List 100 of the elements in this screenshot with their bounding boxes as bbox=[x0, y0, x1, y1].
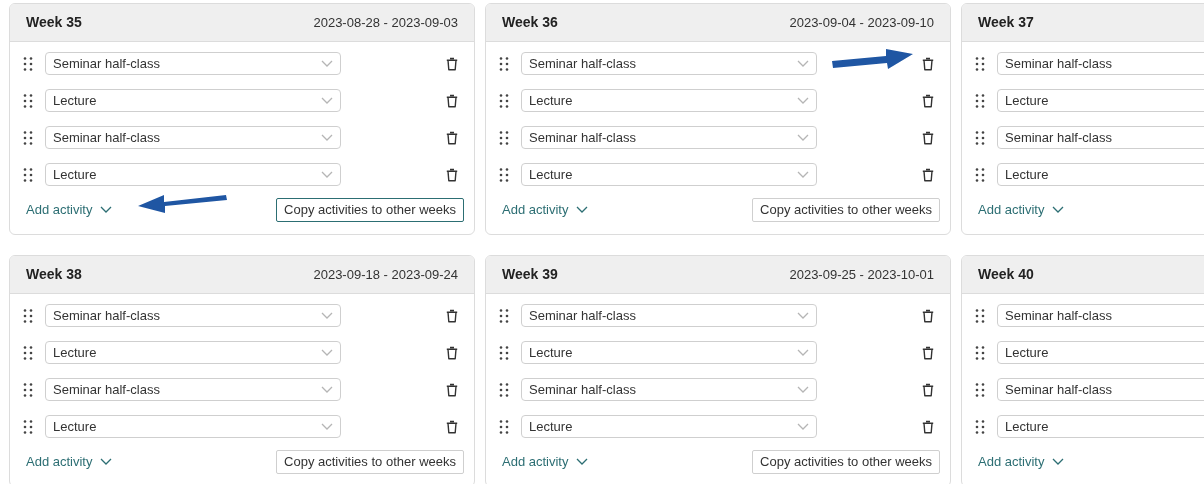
date-range: 2023-09-18 - 2023-09-24 bbox=[313, 265, 458, 284]
activity-select[interactable]: Seminar half-class bbox=[997, 126, 1204, 149]
activity-select[interactable]: Lecture bbox=[997, 89, 1204, 112]
week-title: Week 36 bbox=[502, 13, 558, 32]
drag-handle-icon[interactable] bbox=[975, 308, 985, 323]
delete-icon[interactable] bbox=[446, 419, 458, 434]
activity-select[interactable]: Lecture bbox=[45, 163, 341, 186]
drag-handle-icon[interactable] bbox=[23, 167, 33, 182]
delete-icon[interactable] bbox=[922, 345, 934, 360]
drag-handle-icon[interactable] bbox=[975, 93, 985, 108]
delete-icon[interactable] bbox=[922, 419, 934, 434]
date-range: 2023-09-04 - 2023-09-10 bbox=[789, 13, 934, 32]
drag-handle-icon[interactable] bbox=[975, 382, 985, 397]
dropdown-chevron-icon bbox=[797, 133, 809, 142]
drag-handle-icon[interactable] bbox=[23, 56, 33, 71]
dropdown-chevron-icon bbox=[321, 348, 333, 357]
activity-select[interactable]: Lecture bbox=[45, 89, 341, 112]
dropdown-chevron-icon bbox=[797, 385, 809, 394]
activity-select[interactable]: Lecture bbox=[521, 163, 817, 186]
delete-icon[interactable] bbox=[922, 56, 934, 71]
delete-icon[interactable] bbox=[446, 167, 458, 182]
activity-select[interactable]: Seminar half-class bbox=[45, 304, 341, 327]
delete-icon[interactable] bbox=[446, 93, 458, 108]
delete-icon[interactable] bbox=[446, 382, 458, 397]
drag-handle-icon[interactable] bbox=[23, 308, 33, 323]
week-title: Week 39 bbox=[502, 265, 558, 284]
drag-handle-icon[interactable] bbox=[499, 345, 509, 360]
add-activity-button[interactable]: Add activity bbox=[26, 200, 113, 220]
activity-select[interactable]: Seminar half-class bbox=[521, 304, 817, 327]
drag-handle-icon[interactable] bbox=[499, 419, 509, 434]
chevron-down-icon bbox=[100, 206, 113, 214]
drag-handle-icon[interactable] bbox=[23, 419, 33, 434]
delete-icon[interactable] bbox=[446, 56, 458, 71]
week-title: Week 38 bbox=[26, 265, 82, 284]
activity-select[interactable]: Lecture bbox=[521, 89, 817, 112]
delete-icon[interactable] bbox=[446, 345, 458, 360]
drag-handle-icon[interactable] bbox=[23, 130, 33, 145]
chevron-down-icon bbox=[576, 206, 589, 214]
drag-handle-icon[interactable] bbox=[499, 382, 509, 397]
activity-select[interactable]: Lecture bbox=[997, 341, 1204, 364]
dropdown-chevron-icon bbox=[797, 311, 809, 320]
activity-select[interactable]: Seminar half-class bbox=[45, 126, 341, 149]
add-activity-button[interactable]: Add activity bbox=[978, 200, 1065, 220]
activity-select[interactable]: Seminar half-class bbox=[45, 52, 341, 75]
drag-handle-icon[interactable] bbox=[23, 382, 33, 397]
dropdown-chevron-icon bbox=[321, 422, 333, 431]
drag-handle-icon[interactable] bbox=[975, 56, 985, 71]
chevron-down-icon bbox=[1052, 206, 1065, 214]
activity-select[interactable]: Seminar half-class bbox=[45, 378, 341, 401]
dropdown-chevron-icon bbox=[321, 96, 333, 105]
activity-select[interactable]: Seminar half-class bbox=[521, 378, 817, 401]
chevron-down-icon bbox=[576, 458, 589, 466]
delete-icon[interactable] bbox=[922, 308, 934, 323]
activity-select[interactable]: Seminar half-class bbox=[997, 304, 1204, 327]
dropdown-chevron-icon bbox=[797, 170, 809, 179]
activity-select[interactable]: Seminar half-class bbox=[521, 52, 817, 75]
add-activity-button[interactable]: Add activity bbox=[502, 452, 589, 472]
week-title: Week 37 bbox=[978, 13, 1034, 32]
activity-select[interactable]: Lecture bbox=[521, 415, 817, 438]
dropdown-chevron-icon bbox=[321, 311, 333, 320]
drag-handle-icon[interactable] bbox=[499, 167, 509, 182]
activity-select[interactable]: Lecture bbox=[997, 415, 1204, 438]
add-activity-button[interactable]: Add activity bbox=[502, 200, 589, 220]
dropdown-chevron-icon bbox=[797, 348, 809, 357]
drag-handle-icon[interactable] bbox=[975, 345, 985, 360]
delete-icon[interactable] bbox=[922, 382, 934, 397]
week-title: Week 40 bbox=[978, 265, 1034, 284]
drag-handle-icon[interactable] bbox=[499, 93, 509, 108]
drag-handle-icon[interactable] bbox=[23, 93, 33, 108]
dropdown-chevron-icon bbox=[321, 385, 333, 394]
activity-select[interactable]: Seminar half-class bbox=[997, 378, 1204, 401]
activity-select[interactable]: Lecture bbox=[45, 415, 341, 438]
chevron-down-icon bbox=[100, 458, 113, 466]
delete-icon[interactable] bbox=[922, 93, 934, 108]
delete-icon[interactable] bbox=[922, 130, 934, 145]
activity-select[interactable]: Lecture bbox=[521, 341, 817, 364]
copy-activities-button[interactable]: Copy activities to other weeks bbox=[752, 198, 940, 222]
drag-handle-icon[interactable] bbox=[499, 308, 509, 323]
add-activity-button[interactable]: Add activity bbox=[26, 452, 113, 472]
copy-activities-button[interactable]: Copy activities to other weeks bbox=[276, 198, 464, 222]
date-range: 2023-08-28 - 2023-09-03 bbox=[313, 13, 458, 32]
dropdown-chevron-icon bbox=[797, 422, 809, 431]
date-range: 2023-09-25 - 2023-10-01 bbox=[789, 265, 934, 284]
dropdown-chevron-icon bbox=[321, 59, 333, 68]
activity-select[interactable]: Lecture bbox=[45, 341, 341, 364]
delete-icon[interactable] bbox=[922, 167, 934, 182]
drag-handle-icon[interactable] bbox=[975, 167, 985, 182]
delete-icon[interactable] bbox=[446, 130, 458, 145]
drag-handle-icon[interactable] bbox=[975, 130, 985, 145]
activity-select[interactable]: Seminar half-class bbox=[997, 52, 1204, 75]
activity-select[interactable]: Lecture bbox=[997, 163, 1204, 186]
copy-activities-button[interactable]: Copy activities to other weeks bbox=[752, 450, 940, 474]
drag-handle-icon[interactable] bbox=[499, 130, 509, 145]
copy-activities-button[interactable]: Copy activities to other weeks bbox=[276, 450, 464, 474]
drag-handle-icon[interactable] bbox=[23, 345, 33, 360]
drag-handle-icon[interactable] bbox=[499, 56, 509, 71]
activity-select[interactable]: Seminar half-class bbox=[521, 126, 817, 149]
drag-handle-icon[interactable] bbox=[975, 419, 985, 434]
delete-icon[interactable] bbox=[446, 308, 458, 323]
add-activity-button[interactable]: Add activity bbox=[978, 452, 1065, 472]
